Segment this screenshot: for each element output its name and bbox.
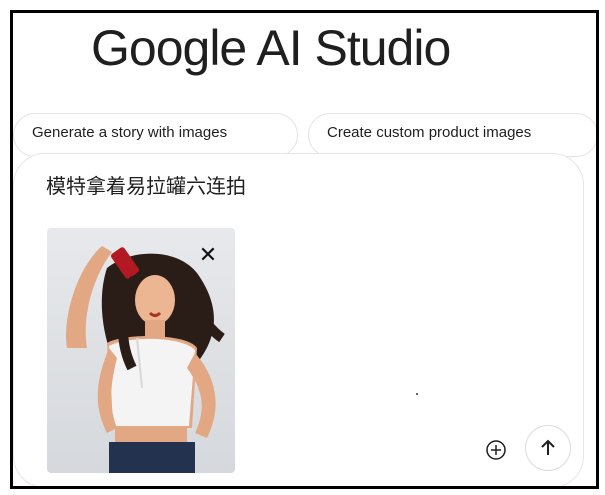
add-circle-icon <box>486 440 506 460</box>
app-window: Google AI Studio Generate a story with i… <box>10 10 599 489</box>
suggestion-chip-story[interactable]: Generate a story with images <box>13 113 298 157</box>
prompt-input[interactable]: 模特拿着易拉罐六连拍 <box>46 170 246 199</box>
attached-image-thumbnail: ✕ <box>47 228 235 473</box>
remove-attachment-button[interactable]: ✕ <box>195 242 221 268</box>
cursor-dot <box>416 393 418 395</box>
close-icon: ✕ <box>198 242 218 267</box>
send-button[interactable] <box>525 425 571 471</box>
google-ai-studio-logo: Google AI Studio <box>91 20 451 76</box>
arrow-up-icon <box>541 439 555 455</box>
suggestion-chip-product[interactable]: Create custom product images <box>308 113 596 157</box>
suggestion-chip-label: Create custom product images <box>327 124 532 141</box>
prompt-input-card[interactable]: 模特拿着易拉罐六连拍 ✕ <box>13 153 584 486</box>
suggestion-chip-label: Generate a story with images <box>32 124 228 141</box>
add-attachment-button[interactable] <box>482 436 510 464</box>
